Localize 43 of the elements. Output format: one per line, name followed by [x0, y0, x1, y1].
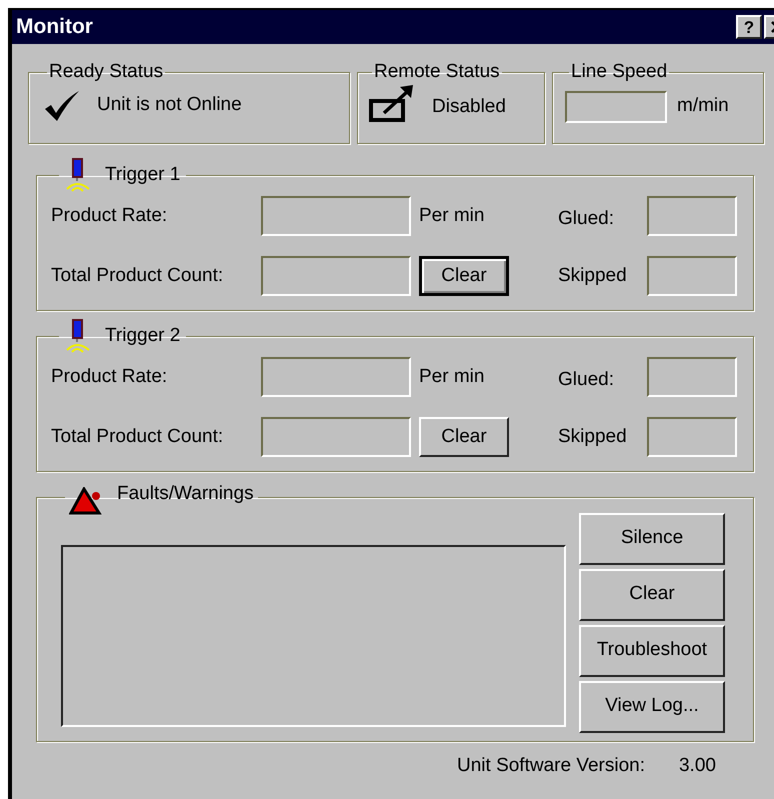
- field-label: Skipped: [558, 424, 628, 449]
- text-field[interactable]: [647, 357, 737, 397]
- text-field[interactable]: [261, 417, 411, 457]
- sensor-icon: [65, 319, 91, 353]
- unit-label: Per min: [419, 204, 486, 228]
- window-title: Monitor: [16, 14, 94, 40]
- text-field[interactable]: [647, 256, 737, 296]
- field-label: Total Product Count:: [51, 424, 224, 449]
- group-title: Ready Status: [49, 61, 164, 82]
- clear-button[interactable]: Clear: [419, 417, 509, 457]
- field-label: Product Rate:: [51, 204, 168, 228]
- unit-label: m/min: [677, 94, 729, 118]
- checkmark-icon: [43, 88, 81, 122]
- remote-icon: [368, 82, 416, 122]
- version-label: Unit Software Version:: [457, 754, 645, 778]
- action-button[interactable]: View Log...: [579, 680, 725, 732]
- action-button[interactable]: Clear: [579, 568, 725, 620]
- group-title: Trigger 1: [105, 165, 180, 187]
- warning-icon: [69, 486, 103, 514]
- field-label: Glued:: [558, 206, 615, 231]
- text-field[interactable]: [647, 196, 737, 236]
- field-label: Total Product Count:: [51, 264, 224, 288]
- version-value: 3.00: [678, 754, 716, 778]
- help-button[interactable]: ?: [736, 15, 762, 39]
- text-field[interactable]: [261, 256, 411, 296]
- unit-label: Per min: [419, 364, 486, 389]
- group-title: Faults/Warnings: [117, 482, 254, 506]
- field-label: Product Rate:: [51, 364, 168, 389]
- status-text: Disabled: [432, 95, 506, 120]
- sensor-icon: [65, 158, 91, 192]
- status-text: Unit is not Online: [97, 93, 242, 118]
- text-field[interactable]: [647, 417, 737, 457]
- clear-button[interactable]: Clear: [419, 256, 509, 296]
- text-field[interactable]: [261, 357, 411, 397]
- group-title: Trigger 2: [105, 326, 180, 348]
- group-title: Line Speed: [571, 61, 668, 82]
- field-label: Skipped: [558, 264, 628, 288]
- action-button[interactable]: Silence: [579, 512, 725, 564]
- line-speed-field[interactable]: [565, 90, 667, 122]
- action-button[interactable]: Troubleshoot: [579, 624, 725, 676]
- field-label: Glued:: [558, 368, 615, 392]
- group-title: Remote Status: [374, 61, 500, 82]
- text-field[interactable]: [261, 196, 411, 236]
